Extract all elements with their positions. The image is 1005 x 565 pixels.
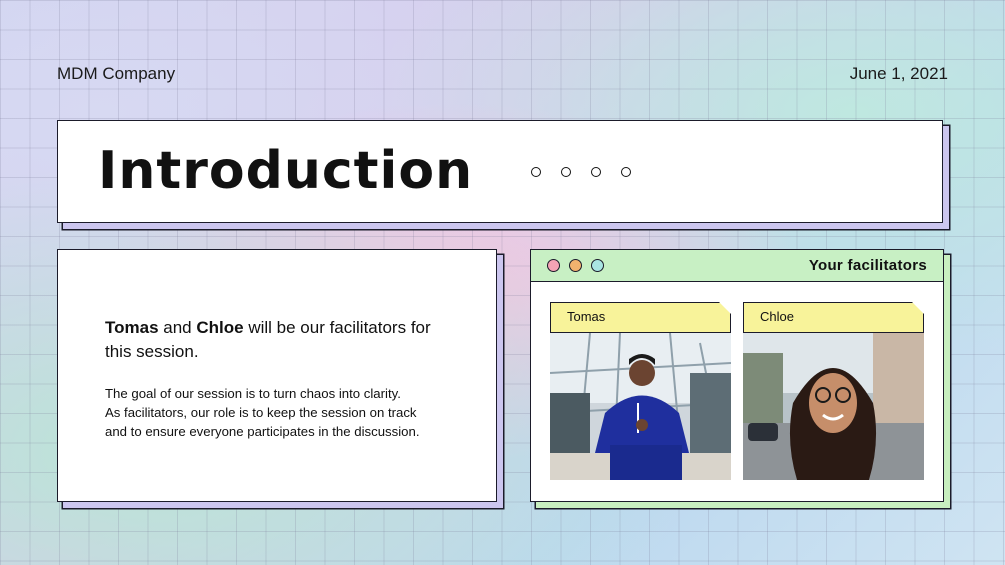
name-tag-label: Tomas bbox=[567, 309, 606, 324]
facilitator-name-2: Chloe bbox=[196, 318, 244, 337]
facilitators-header: Your facilitators bbox=[531, 250, 943, 282]
intro-text-card: Tomas and Chloe will be our facilitators… bbox=[57, 249, 497, 502]
intro-lead: Tomas and Chloe will be our facilitators… bbox=[105, 316, 455, 364]
facilitators-card: Your facilitators Tomas Chloe bbox=[530, 249, 944, 502]
name-tag-label: Chloe bbox=[760, 309, 794, 324]
circle-icon bbox=[531, 167, 541, 177]
slide-title: Introduction bbox=[98, 141, 474, 201]
body-line: As facilitators, our role is to keep the… bbox=[105, 405, 417, 420]
name-tag: Tomas bbox=[550, 302, 731, 333]
circle-icon bbox=[621, 167, 631, 177]
facilitator-name-1: Tomas bbox=[105, 318, 159, 337]
window-dot-orange-icon bbox=[569, 259, 582, 272]
body-line: The goal of our session is to turn chaos… bbox=[105, 386, 401, 401]
presentation-date: June 1, 2021 bbox=[849, 64, 948, 83]
body-line: and to ensure everyone participates in t… bbox=[105, 424, 420, 439]
intro-body: The goal of our session is to turn chaos… bbox=[105, 384, 455, 441]
window-dot-pink-icon bbox=[547, 259, 560, 272]
circle-icon bbox=[591, 167, 601, 177]
and-text: and bbox=[158, 318, 197, 337]
facilitator-chloe: Chloe bbox=[743, 302, 924, 480]
company-name: MDM Company bbox=[57, 64, 176, 83]
window-dot-teal-icon bbox=[591, 259, 604, 272]
decorative-circles bbox=[531, 167, 631, 177]
facilitator-photo bbox=[743, 333, 924, 480]
title-card: Introduction bbox=[57, 120, 943, 223]
circle-icon bbox=[561, 167, 571, 177]
facilitator-photo bbox=[550, 333, 731, 480]
name-tag: Chloe bbox=[743, 302, 924, 333]
facilitators-title: Your facilitators bbox=[808, 257, 927, 274]
facilitator-tomas: Tomas bbox=[550, 302, 731, 480]
